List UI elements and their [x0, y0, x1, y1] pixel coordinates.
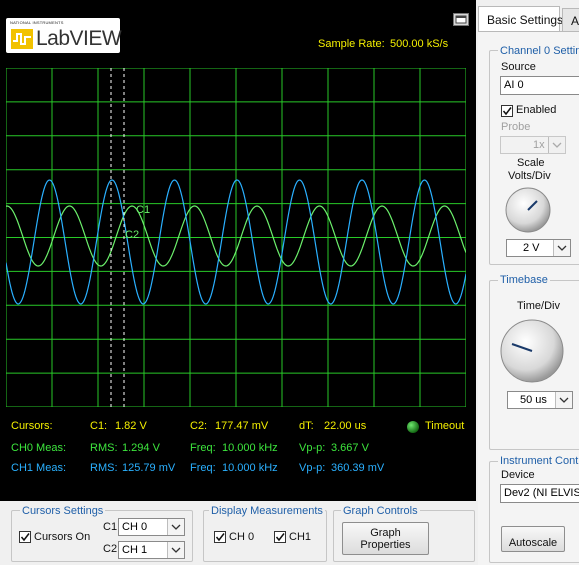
source-field[interactable]: AI 0 — [500, 76, 579, 95]
ch0-rms-value: 1.294 V — [122, 442, 160, 454]
instrument-control-title: Instrument Cont — [498, 455, 579, 467]
c1-channel-value: CH 0 — [122, 521, 148, 533]
ch0-display-label: CH 0 — [229, 531, 255, 543]
dt-label: dT: — [299, 420, 314, 432]
graph-gridlines — [6, 68, 466, 407]
chevron-down-icon[interactable] — [555, 392, 572, 408]
autoscale-button[interactable]: Autoscale — [501, 526, 565, 552]
scale-label: Scale — [517, 157, 545, 169]
display-measurements-title: Display Measurements — [209, 505, 325, 517]
checkmark-icon — [275, 533, 285, 542]
cursors-settings-title: Cursors Settings — [20, 505, 106, 517]
ch0-rms-label: RMS: — [90, 442, 118, 454]
enabled-label: Enabled — [516, 104, 557, 116]
logo-ni-text: NATIONAL INSTRUMENTS — [10, 20, 64, 25]
ch0-meas-label: CH0 Meas: — [11, 442, 67, 454]
volts-div-label: Volts/Div — [508, 170, 551, 182]
time-div-select[interactable]: 50 us — [507, 391, 573, 409]
graph-properties-button[interactable]: Graph Properties — [342, 522, 429, 555]
ch1-vpp-label: Vp-p: — [299, 462, 326, 474]
ch1-rms-label: RMS: — [90, 462, 118, 474]
tab-advanced-label: A — [571, 14, 579, 28]
graph-properties-label-1: Graph — [370, 527, 401, 539]
autoscale-label: Autoscale — [508, 537, 558, 549]
c1-channel-select[interactable]: CH 0 — [118, 518, 185, 536]
ch1-meas-label: CH1 Meas: — [11, 462, 67, 474]
sample-rate-value: 500.00 kS/s — [390, 38, 449, 50]
tab-basic-settings-label: Basic Settings — [487, 13, 564, 27]
chevron-down-icon[interactable] — [167, 519, 184, 535]
ch0-vpp-value: 3.667 V — [331, 442, 369, 454]
source-label: Source — [501, 61, 536, 73]
labview-logo: NATIONAL INSTRUMENTS LabVIEW — [6, 18, 122, 53]
time-div-knob[interactable] — [498, 317, 566, 385]
logo-labview-text: LabVIEW — [36, 27, 122, 50]
time-div-value: 50 us — [520, 394, 547, 406]
timebase-title: Timebase — [498, 274, 550, 286]
cursor-c1-value: 1.82 V — [115, 420, 147, 432]
probe-value: 1x — [533, 139, 545, 151]
probe-select[interactable]: 1x — [500, 136, 566, 154]
checkmark-icon — [502, 107, 512, 116]
oscilloscope-display-panel: NATIONAL INSTRUMENTS LabVIEW Sample Rate… — [0, 0, 476, 501]
cursor-c2-label-text: C2: — [190, 420, 208, 432]
timeout-led-icon — [407, 421, 419, 433]
chevron-down-icon[interactable] — [167, 542, 184, 558]
ch0-freq-label: Freq: — [190, 442, 216, 454]
tab-advanced[interactable]: A — [562, 8, 579, 32]
device-select[interactable]: Dev2 (NI ELVIS — [500, 484, 579, 503]
checkmark-icon — [215, 533, 225, 542]
c1-select-label: C1 — [103, 521, 118, 533]
cursor-c1-label: C1 — [136, 204, 150, 216]
cursor-c2-label: C2 — [125, 229, 139, 241]
ch1-vpp-value: 360.39 mV — [331, 462, 385, 474]
restore-window-icon[interactable] — [453, 13, 469, 26]
waveform-graph[interactable]: C1 C2 — [6, 68, 466, 407]
cursors-on-checkbox[interactable] — [19, 531, 31, 543]
source-value: AI 0 — [504, 79, 524, 91]
volts-div-select[interactable]: 2 V — [506, 239, 571, 257]
volts-div-value: 2 V — [523, 242, 540, 254]
cursors-label: Cursors: — [11, 420, 53, 432]
cursors-on-label: Cursors On — [34, 531, 91, 543]
cursor-c2-value: 177.47 mV — [215, 420, 269, 432]
cursor-c1-label-text: C1: — [90, 420, 108, 432]
graph-controls-title: Graph Controls — [341, 505, 420, 517]
ch1-freq-value: 10.000 kHz — [222, 462, 278, 474]
volts-div-knob[interactable] — [504, 186, 552, 234]
enabled-checkbox[interactable] — [501, 105, 513, 117]
sample-rate-label: Sample Rate: — [318, 38, 385, 50]
labview-mark-icon — [11, 29, 33, 49]
device-label: Device — [501, 469, 535, 481]
c2-channel-value: CH 1 — [122, 544, 148, 556]
chevron-down-icon[interactable] — [548, 137, 565, 153]
c2-channel-select[interactable]: CH 1 — [118, 541, 185, 559]
ch0-freq-value: 10.000 kHz — [222, 442, 278, 454]
tab-basic-settings[interactable]: Basic Settings — [478, 6, 564, 32]
device-value: Dev2 (NI ELVIS — [504, 487, 579, 499]
time-div-label: Time/Div — [517, 300, 560, 312]
ch1-display-checkbox[interactable] — [274, 531, 286, 543]
checkmark-icon — [20, 533, 30, 542]
timeout-label: Timeout — [425, 420, 465, 432]
ch1-freq-label: Freq: — [190, 462, 216, 474]
ch0-vpp-label: Vp-p: — [299, 442, 326, 454]
settings-side-panel: Basic Settings A Channel 0 Settin Source… — [476, 0, 579, 565]
ch1-display-label: CH1 — [289, 531, 312, 543]
ch0-display-checkbox[interactable] — [214, 531, 226, 543]
probe-label: Probe — [501, 121, 531, 133]
channel-settings-title: Channel 0 Settin — [498, 45, 579, 57]
c2-select-label: C2 — [103, 543, 118, 555]
graph-properties-label-2: Properties — [360, 539, 411, 551]
chevron-down-icon[interactable] — [553, 240, 570, 256]
ch1-rms-value: 125.79 mV — [122, 462, 176, 474]
dt-value: 22.00 us — [324, 420, 367, 432]
